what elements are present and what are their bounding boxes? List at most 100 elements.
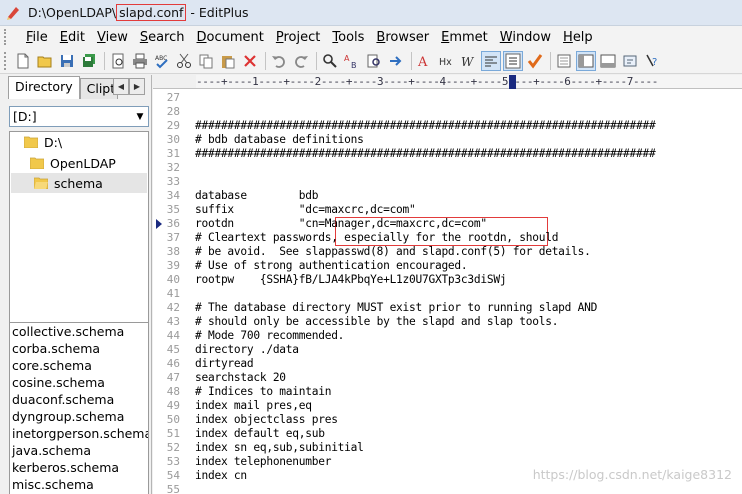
tab-directory[interactable]: Directory	[8, 76, 80, 99]
replace-icon[interactable]: AB	[342, 51, 362, 71]
code-line[interactable]: database bdb	[195, 189, 318, 203]
print-preview-icon[interactable]	[108, 51, 128, 71]
code-line[interactable]: # Use of strong authentication encourage…	[195, 259, 468, 273]
open-file-icon[interactable]	[35, 51, 55, 71]
menu-view[interactable]: View	[91, 30, 134, 45]
code-line[interactable]: ########################################…	[195, 147, 656, 161]
line-number: 45	[166, 343, 180, 356]
new-file-icon[interactable]	[13, 51, 33, 71]
file-list: collective.schema corba.schema core.sche…	[9, 322, 149, 494]
undo-icon[interactable]	[269, 51, 289, 71]
code-line[interactable]: index objectclass pres	[195, 413, 338, 427]
code-line[interactable]: index sn eq,sub,subinitial	[195, 441, 364, 455]
code-line[interactable]: # Cleartext passwords, especially for th…	[195, 231, 558, 245]
cut-icon[interactable]	[174, 51, 194, 71]
code-line[interactable]: index mail pres,eq	[195, 399, 312, 413]
menu-browser[interactable]: Browser	[370, 30, 435, 45]
drive-select-value: [D:]	[13, 109, 37, 124]
svg-text:?: ?	[652, 57, 657, 68]
file-list-item[interactable]: kerberos.schema	[10, 459, 148, 476]
hex-icon[interactable]: Hx	[437, 51, 457, 71]
output-window-icon[interactable]	[598, 51, 618, 71]
find-in-files-icon[interactable]	[364, 51, 384, 71]
ruler-toggle-icon[interactable]	[481, 50, 501, 71]
drive-select[interactable]: [D:] ▼	[9, 106, 149, 127]
code-line[interactable]: directory ./data	[195, 343, 299, 357]
menu-grip-icon[interactable]	[4, 29, 14, 45]
line-number-icon[interactable]	[503, 50, 523, 71]
line-number: 51	[166, 427, 180, 440]
code-line[interactable]: rootpw {SSHA}fB/LJA4kPbqYe+L1z0U7GXTp3c3…	[195, 273, 507, 287]
code-line[interactable]: index cn	[195, 469, 247, 483]
line-number: 37	[166, 231, 180, 244]
goto-icon[interactable]	[386, 51, 406, 71]
line-number: 35	[166, 203, 180, 216]
tree-item-schema[interactable]: schema	[11, 173, 147, 193]
font-icon[interactable]: A	[415, 51, 435, 71]
code-area[interactable]: ########################################…	[195, 89, 742, 494]
save-icon[interactable]	[57, 51, 77, 71]
outline-icon[interactable]	[554, 51, 574, 71]
code-line[interactable]: dirtyread	[195, 357, 254, 371]
file-list-item[interactable]: core.schema	[10, 357, 148, 374]
file-list-item[interactable]: misc.schema	[10, 476, 148, 493]
menu-emmet[interactable]: Emmet	[435, 30, 494, 45]
window-list-icon[interactable]	[576, 50, 596, 71]
code-line[interactable]: rootdn "cn=Manager,dc=maxcrc,dc=com"	[195, 217, 487, 231]
line-number: 29	[166, 119, 180, 132]
toolbar-grip-icon[interactable]	[4, 51, 10, 70]
menu-project[interactable]: Project	[270, 30, 327, 45]
file-list-item[interactable]: corba.schema	[10, 340, 148, 357]
paste-icon[interactable]	[218, 51, 238, 71]
file-list-item[interactable]: java.schema	[10, 442, 148, 459]
menu-help[interactable]: Help	[557, 30, 599, 45]
file-list-item[interactable]: inetorgperson.schema	[10, 425, 148, 442]
code-line[interactable]: # should only be accessible by the slapd…	[195, 315, 558, 329]
find-icon[interactable]	[320, 51, 340, 71]
panel-tabs: Directory Cliptext	[8, 76, 118, 100]
chevron-down-icon[interactable]: ▼	[132, 107, 148, 126]
file-list-item[interactable]: duaconf.schema	[10, 391, 148, 408]
code-line[interactable]: # Indices to maintain	[195, 385, 331, 399]
menu-tools[interactable]: Tools	[326, 30, 370, 45]
file-list-item[interactable]: dyngroup.schema	[10, 408, 148, 425]
code-line[interactable]: # The database directory MUST exist prio…	[195, 301, 597, 315]
line-number: 38	[166, 245, 180, 258]
line-number: 42	[166, 301, 180, 314]
line-number: 32	[166, 161, 180, 174]
print-icon[interactable]	[130, 51, 150, 71]
line-number: 39	[166, 259, 180, 272]
code-line[interactable]: index default eq,sub	[195, 427, 325, 441]
line-number: 34	[166, 189, 180, 202]
spell-check-icon[interactable]: ABC	[152, 51, 172, 71]
check-mark-icon[interactable]	[525, 51, 545, 71]
save-all-icon[interactable]	[79, 51, 99, 71]
code-line[interactable]: ########################################…	[195, 119, 656, 133]
copy-icon[interactable]	[196, 51, 216, 71]
file-list-item[interactable]: cosine.schema	[10, 374, 148, 391]
editor-pane[interactable]: ----+----1----+----2----+----3----+----4…	[153, 75, 742, 494]
column-ruler[interactable]: ----+----1----+----2----+----3----+----4…	[196, 75, 742, 89]
menu-file[interactable]: File	[20, 30, 54, 45]
menu-edit[interactable]: Edit	[54, 30, 91, 45]
tree-item-drive[interactable]: D:\	[24, 132, 62, 152]
menu-window[interactable]: Window	[494, 30, 557, 45]
delete-icon[interactable]	[240, 51, 260, 71]
tab-cliptext[interactable]: Cliptext	[79, 78, 118, 99]
code-line[interactable]: # be avoid. See slappasswd(8) and slapd.…	[195, 245, 591, 259]
file-list-item[interactable]: collective.schema	[10, 323, 148, 340]
menu-document[interactable]: Document	[191, 30, 270, 45]
tree-item-openldap[interactable]: OpenLDAP	[30, 153, 116, 173]
redo-icon[interactable]	[291, 51, 311, 71]
clip-icon[interactable]	[620, 51, 640, 71]
code-line[interactable]: searchstack 20	[195, 371, 286, 385]
code-line[interactable]: # bdb database definitions	[195, 133, 364, 147]
tab-scroll-right-icon[interactable]: ▶	[129, 78, 145, 95]
code-line[interactable]: index telephonenumber	[195, 455, 331, 469]
code-line[interactable]: # Mode 700 recommended.	[195, 329, 344, 343]
help-icon[interactable]: ?	[642, 51, 662, 71]
menu-search[interactable]: Search	[134, 30, 191, 45]
tab-scroll-left-icon[interactable]: ◀	[113, 78, 129, 95]
code-line[interactable]: suffix "dc=maxcrc,dc=com"	[195, 203, 416, 217]
word-wrap-icon[interactable]: W	[459, 51, 479, 71]
